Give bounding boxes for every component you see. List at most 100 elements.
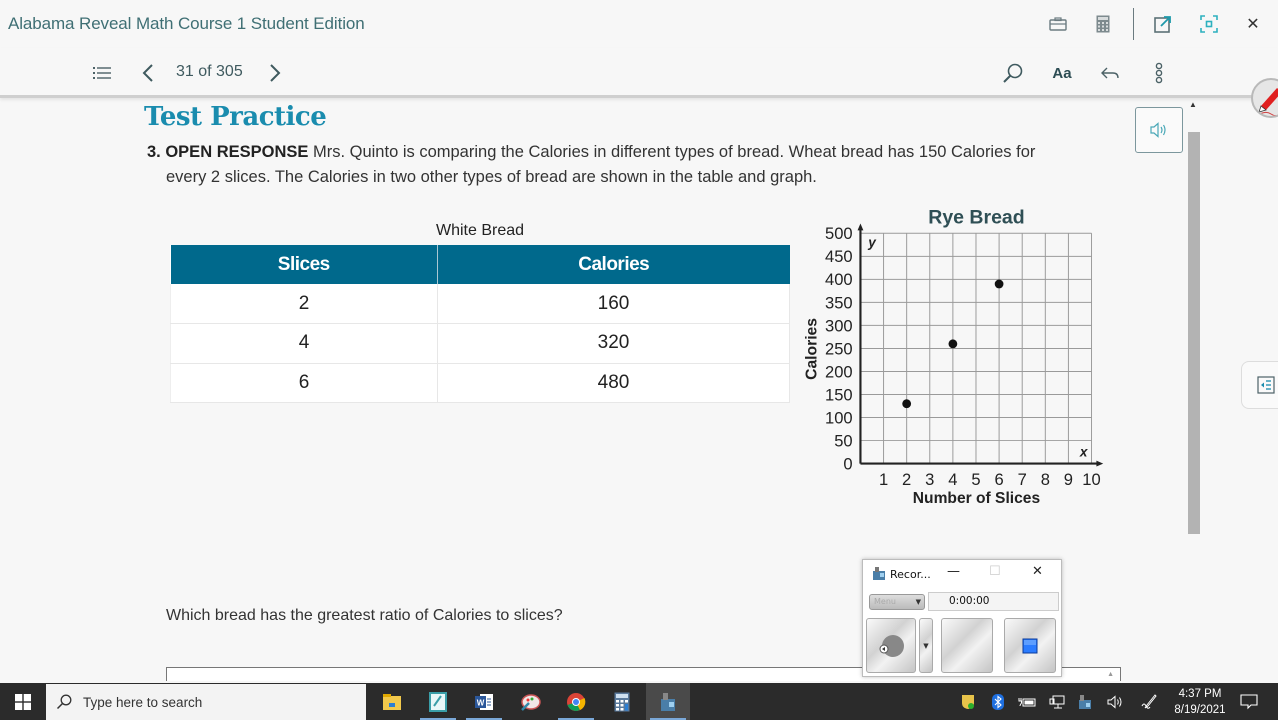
stop-icon: [1022, 638, 1038, 653]
chart-axes: [857, 223, 1104, 467]
word-icon: W: [475, 693, 493, 710]
y-tick-label: 500: [825, 224, 853, 243]
battery-power-icon[interactable]: [1017, 692, 1037, 712]
windows-taskbar: Type here to search W 4:37 PM 8/19/2021: [0, 683, 1278, 720]
annotate-pencil-button[interactable]: [1251, 78, 1278, 118]
network-icon[interactable]: [1047, 692, 1067, 712]
x-tick-label: 10: [1082, 470, 1100, 489]
security-shield-icon[interactable]: [958, 692, 978, 712]
pause-button[interactable]: [941, 618, 993, 673]
y-tick-label: 450: [825, 247, 853, 266]
volume-icon[interactable]: [1106, 692, 1126, 712]
record-button[interactable]: [866, 618, 916, 673]
y-tick-label: 300: [825, 316, 853, 335]
recorder-window: Recor... — ☐ ✕ Menu ▼ 0:00:00 ▼: [862, 559, 1062, 677]
focus-mode-icon[interactable]: [1197, 12, 1221, 36]
start-button[interactable]: [0, 683, 46, 720]
chart-grid: [860, 232, 1093, 464]
pencil-icon: [1256, 88, 1278, 116]
data-point: [948, 339, 958, 349]
screen: Alabama Reveal Math Course 1 Student Edi…: [0, 0, 1278, 720]
svg-text:W: W: [477, 698, 485, 707]
cell-slices: 4: [170, 323, 438, 364]
x-tick-label: 2: [902, 470, 911, 489]
reader-navbar: 31 of 305 Aa: [0, 48, 1278, 98]
taskbar-search-input[interactable]: Type here to search: [46, 684, 366, 720]
y-axis-arrow: [857, 223, 864, 231]
x-tick-label: 8: [1041, 470, 1050, 489]
speaker-icon: [1150, 122, 1166, 138]
search-icon: [56, 694, 72, 710]
previous-page-icon[interactable]: [140, 60, 156, 86]
paint-icon: [521, 693, 541, 711]
open-external-icon[interactable]: [1151, 12, 1175, 36]
table-row: 2 160: [170, 284, 790, 324]
search-placeholder: Type here to search: [83, 695, 203, 710]
x-tick-label: 3: [925, 470, 934, 489]
bluetooth-icon[interactable]: [988, 692, 1008, 712]
clock-time: 4:37 PM: [1178, 688, 1222, 700]
taskbar-clock[interactable]: 4:37 PM 8/19/2021: [1166, 686, 1234, 718]
side-panel-toggle[interactable]: [1241, 361, 1278, 409]
font-size-button[interactable]: Aa: [1049, 60, 1075, 86]
taskbar-chrome[interactable]: [554, 683, 598, 720]
recorder-close-button[interactable]: ✕: [1032, 564, 1043, 579]
taskbar-recorder[interactable]: [646, 683, 690, 720]
back-icon[interactable]: [1100, 60, 1120, 86]
windows-logo-icon: [15, 693, 31, 710]
more-options-icon[interactable]: [1151, 60, 1167, 86]
taskbar-file-explorer[interactable]: [370, 683, 414, 720]
recorder-maximize-button[interactable]: ☐: [989, 564, 1001, 579]
x-axis-letter: x: [1079, 445, 1089, 460]
x-tick-label: 6: [994, 470, 1003, 489]
record-icon: [879, 634, 904, 657]
panel-list-icon: [1257, 376, 1275, 394]
action-center-icon[interactable]: [1239, 692, 1259, 712]
y-tick-label: 150: [825, 385, 853, 404]
scroll-up-arrow-icon[interactable]: ▲: [1189, 100, 1197, 109]
y-tick-label: 200: [825, 362, 853, 381]
y-tick-label: 400: [825, 270, 853, 289]
data-point: [994, 279, 1004, 289]
section-title: Test Practice: [144, 102, 327, 132]
table-row: 6 480: [170, 363, 790, 403]
taskbar-calculator[interactable]: [600, 683, 644, 720]
cell-calories: 480: [437, 363, 790, 403]
recorder-minimize-button[interactable]: —: [947, 564, 960, 579]
answer-scroll-up-icon[interactable]: ▲: [1107, 671, 1114, 678]
pen-ink-workspace-icon[interactable]: [1140, 692, 1160, 712]
next-page-icon[interactable]: [267, 60, 283, 86]
taskbar-sticky-notes[interactable]: [416, 683, 460, 720]
question-prompt: Which bread has the greatest ratio of Ca…: [166, 607, 563, 624]
y-tick-label: 50: [834, 431, 852, 450]
taskbar-word[interactable]: W: [462, 683, 506, 720]
question-number-label: 3. OPEN RESPONSE: [147, 143, 309, 161]
x-tick-label: 1: [879, 470, 888, 489]
read-aloud-button[interactable]: [1135, 107, 1183, 153]
calculator-icon[interactable]: [1091, 12, 1115, 36]
table-of-contents-icon[interactable]: [92, 60, 112, 86]
table-header-row: Slices Calories: [170, 245, 790, 284]
recorder-menu-dropdown[interactable]: Menu ▼: [869, 594, 925, 610]
stop-button[interactable]: [1004, 618, 1056, 673]
y-axis-letter: y: [867, 235, 877, 250]
font-size-icon: Aa: [1052, 64, 1072, 82]
record-options-dropdown[interactable]: ▼: [919, 618, 933, 673]
recorder-tray-icon[interactable]: [1075, 692, 1095, 712]
app-titlebar: Alabama Reveal Math Course 1 Student Edi…: [0, 0, 1278, 48]
search-icon[interactable]: [1001, 60, 1025, 86]
y-axis-label: Calories: [804, 318, 821, 380]
recorder-menu-label: Menu: [874, 597, 896, 606]
column-header-slices: Slices: [170, 245, 438, 284]
x-tick-label: 5: [971, 470, 980, 489]
toolbox-icon[interactable]: [1046, 12, 1070, 36]
y-tick-labels: 0 50 100 150 200 250 300 350 400 450 500: [825, 224, 853, 473]
recorder-app-icon: [873, 567, 885, 580]
x-tick-label: 4: [948, 470, 957, 489]
x-axis-label: Number of Slices: [913, 490, 1041, 507]
scrollbar-thumb[interactable]: [1188, 132, 1200, 534]
close-icon[interactable]: ✕: [1241, 12, 1265, 36]
x-axis-arrow: [1096, 460, 1104, 467]
taskbar-paint[interactable]: [508, 683, 552, 720]
cell-slices: 2: [170, 284, 438, 324]
